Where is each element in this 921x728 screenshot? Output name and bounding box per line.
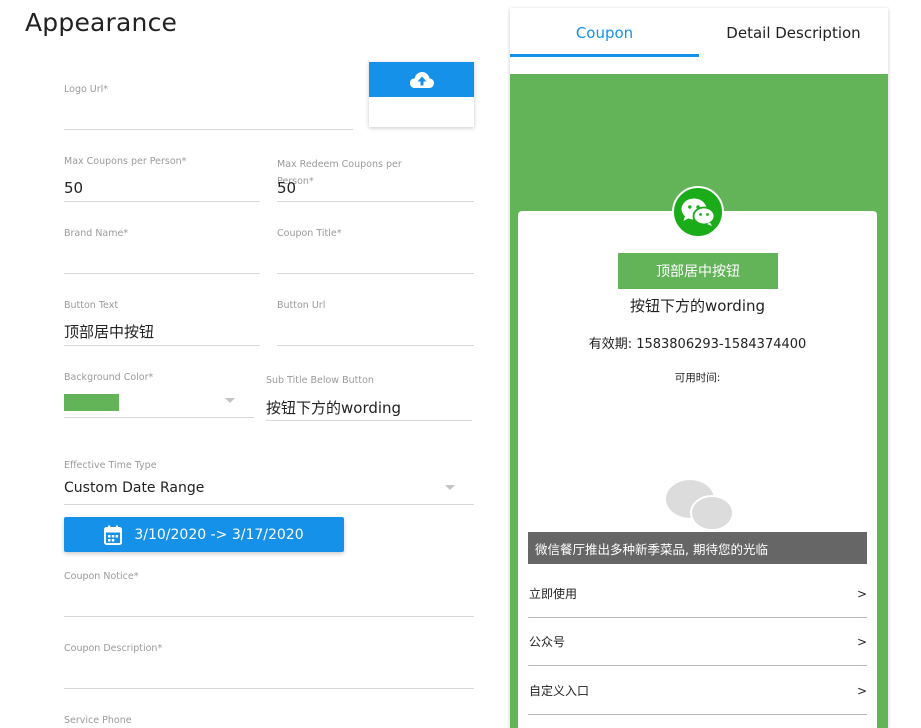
dropdown-caret-icon (225, 398, 235, 403)
coupon-description-field[interactable]: Coupon Description* (64, 643, 474, 689)
dropdown-caret-icon (445, 485, 455, 490)
row-custom-entry[interactable]: 自定义入口 > (528, 667, 867, 715)
coupon-notice-label: Coupon Notice* (64, 571, 139, 582)
effective-time-type-select[interactable]: Effective Time Type Custom Date Range (64, 460, 474, 505)
coupon-title-field[interactable]: Coupon Title* (277, 228, 474, 274)
validity-period: 有效期: 1583806293-1584374400 (588, 337, 807, 352)
max-redeem-field[interactable]: Max Redeem Coupons per Person* 50 (277, 156, 474, 202)
brand-name-field[interactable]: Brand Name* (64, 228, 260, 274)
button-url-field[interactable]: Button Url (277, 300, 474, 346)
effective-time-type-value: Custom Date Range (64, 480, 205, 496)
wechat-watermark-icon (666, 480, 734, 531)
max-coupons-field[interactable]: Max Coupons per Person* 50 (64, 156, 260, 202)
calendar-icon (104, 525, 123, 545)
coupon-card: 顶部居中按钮 按钮下方的wording 有效期: 1583806293-1584… (518, 211, 877, 728)
background-color-label: Background Color* (64, 372, 154, 383)
page-title: Appearance (25, 8, 178, 37)
active-tab-indicator (510, 54, 699, 57)
row-official-account[interactable]: 公众号 > (528, 618, 867, 666)
background-color-select[interactable]: Background Color* (64, 372, 254, 418)
coupon-notice-bar: 微信餐厅推出多种新季菜品, 期待您的光临 (528, 532, 867, 564)
usable-time: 可用时间: (674, 372, 721, 384)
button-url-label: Button Url (277, 300, 326, 311)
button-text-value: 顶部居中按钮 (64, 323, 155, 341)
coupon-subtitle: 按钮下方的wording (629, 297, 766, 315)
logo-url-field[interactable]: Logo Url* (64, 84, 353, 130)
button-text-field[interactable]: Button Text 顶部居中按钮 (64, 300, 260, 346)
coupon-notice-field[interactable]: Coupon Notice* (64, 571, 474, 617)
coupon-background: 顶部居中按钮 按钮下方的wording 有效期: 1583806293-1584… (510, 74, 888, 728)
logo-url-label: Logo Url* (64, 84, 109, 95)
chevron-right-icon: > (856, 683, 867, 698)
row-use-now[interactable]: 立即使用 > (528, 570, 867, 618)
max-coupons-value: 50 (64, 179, 84, 197)
chevron-right-icon: > (856, 634, 867, 649)
cloud-upload-icon (409, 71, 434, 88)
wechat-icon (681, 198, 716, 226)
row-use-now-label: 立即使用 (529, 587, 578, 601)
coupon-title-label: Coupon Title* (277, 228, 342, 239)
effective-time-type-label: Effective Time Type (64, 460, 157, 471)
date-range-button[interactable]: 3/10/2020 -> 3/17/2020 (64, 517, 344, 552)
center-button[interactable]: 顶部居中按钮 (618, 253, 778, 289)
max-coupons-label: Max Coupons per Person* (64, 156, 187, 167)
chevron-right-icon: > (856, 586, 867, 601)
row-custom-entry-label: 自定义入口 (529, 684, 590, 698)
service-phone-label: Service Phone (64, 715, 132, 726)
brand-name-label: Brand Name* (64, 228, 129, 239)
upload-button[interactable] (369, 62, 474, 97)
sub-title-field[interactable]: Sub Title Below Button 按钮下方的wording (266, 375, 472, 421)
coupon-preview-panel: Coupon Detail Description 顶部居中按钮 按钮下方的wo… (510, 8, 888, 728)
row-official-account-label: 公众号 (529, 635, 566, 649)
sub-title-value: 按钮下方的wording (266, 399, 402, 417)
color-swatch (64, 394, 119, 411)
logo-upload-panel (369, 62, 474, 127)
tab-coupon[interactable]: Coupon (510, 8, 699, 58)
tab-detail-description[interactable]: Detail Description (699, 8, 888, 58)
service-phone-field[interactable]: Service Phone (64, 715, 474, 728)
date-range-label: 3/10/2020 -> 3/17/2020 (134, 526, 304, 543)
button-text-label: Button Text (64, 300, 119, 311)
sub-title-label: Sub Title Below Button (266, 375, 374, 386)
max-redeem-value: 50 (277, 179, 297, 197)
coupon-description-label: Coupon Description* (64, 643, 163, 654)
brand-logo (672, 186, 724, 238)
